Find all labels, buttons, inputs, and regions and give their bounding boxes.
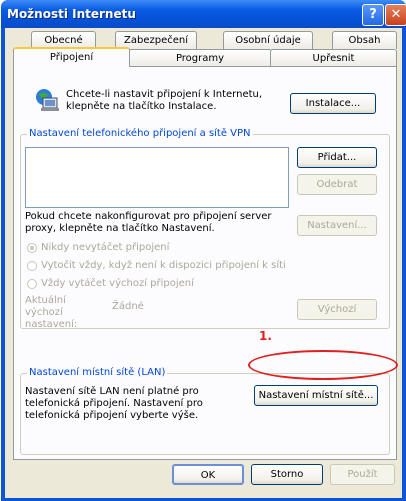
internet-options-window: Možnosti Internetu ? ✕ Obecné Zabezpečen… xyxy=(1,0,406,501)
setup-text: Chcete-li nastavit připojení k Internetu… xyxy=(66,89,263,112)
never-dial-radio[interactable] xyxy=(27,243,37,253)
cancel-button[interactable]: Storno xyxy=(251,464,323,485)
proxy-settings-button[interactable]: Nastavení... xyxy=(297,215,377,236)
close-button[interactable]: ✕ xyxy=(385,4,406,26)
dial-when-no-network-label: Vytočit vždy, když není k dispozici přip… xyxy=(41,260,286,271)
apply-button[interactable]: Použít xyxy=(330,464,395,485)
dial-when-no-network-radio[interactable] xyxy=(27,261,37,271)
annotation-ellipse xyxy=(248,350,398,380)
always-dial-radio[interactable] xyxy=(27,279,37,289)
lan-group-label: Nastavení místní sítě (LAN) xyxy=(27,367,168,378)
ok-button[interactable]: OK xyxy=(172,464,244,485)
default-value: Žádné xyxy=(112,301,144,312)
remove-button[interactable]: Odebrat xyxy=(297,174,377,195)
lan-settings-button[interactable]: Nastavení místní sítě... xyxy=(254,385,378,406)
lan-text: Nastavení sítě LAN není platné pro telef… xyxy=(25,386,203,421)
connections-panel: Chcete-li nastavit připojení k Internetu… xyxy=(13,66,397,460)
tab-content[interactable]: Obsah xyxy=(332,31,397,49)
annotation-number: 1. xyxy=(259,329,272,343)
default-label: Aktuální výchozí nastavení: xyxy=(25,295,78,330)
dialup-group-label: Nastavení telefonického připojení a sítě… xyxy=(27,128,253,139)
window-title: Možnosti Internetu xyxy=(7,7,136,21)
default-button[interactable]: Výchozí xyxy=(297,299,377,320)
tab-privacy[interactable]: Osobní údaje xyxy=(223,31,313,49)
tab-connections[interactable]: Připojení xyxy=(13,47,130,67)
title-bar[interactable]: Možnosti Internetu ? ✕ xyxy=(1,0,406,28)
tab-programs[interactable]: Programy xyxy=(128,49,272,67)
help-button[interactable]: ? xyxy=(362,4,384,26)
proxy-text: Pokud chcete nakonfigurovat pro připojen… xyxy=(25,211,272,234)
tab-advanced[interactable]: Upřesnit xyxy=(270,49,397,67)
dialup-connections-list[interactable] xyxy=(25,147,289,208)
network-globe-icon xyxy=(36,89,59,111)
never-dial-label: Nikdy nevytáčet připojení xyxy=(41,242,170,253)
add-button[interactable]: Přidat... xyxy=(297,147,377,168)
dialog-body: Obecné Zabezpečení Osobní údaje Obsah Př… xyxy=(5,28,402,498)
always-dial-label: Vždy vytáčet výchozí připojení xyxy=(41,278,194,289)
setup-button[interactable]: Instalace... xyxy=(290,93,376,114)
